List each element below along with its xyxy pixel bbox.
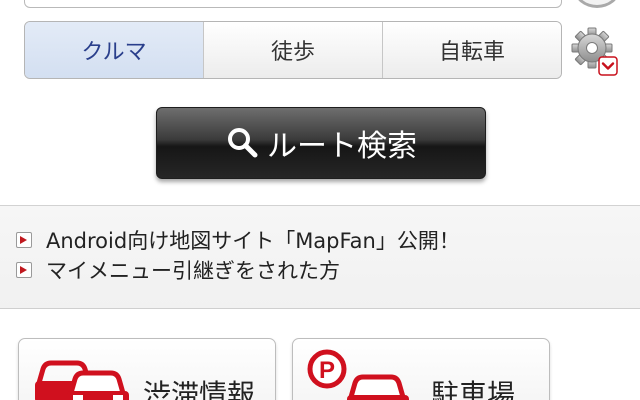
search-icon bbox=[228, 128, 258, 158]
route-search-button[interactable]: ルート検索 bbox=[156, 107, 486, 179]
mode-bicycle-label: 自転車 bbox=[438, 40, 505, 65]
news-list: Android向け地図サイト「MapFan」公開！ マイメニュー引継ぎをされた方 bbox=[16, 225, 460, 285]
news-item-label: Android向け地図サイト「MapFan」公開！ bbox=[46, 229, 460, 253]
parking-button[interactable]: P 駐車場 bbox=[292, 338, 550, 400]
news-item-mymenu[interactable]: マイメニュー引継ぎをされた方 bbox=[16, 255, 460, 285]
mode-car-label: クルマ bbox=[81, 40, 147, 65]
arrow-bullet-icon bbox=[16, 262, 32, 278]
parking-icon: P bbox=[307, 349, 409, 400]
route-search-label: ルート検索 bbox=[267, 129, 417, 164]
mode-walk-label: 徒歩 bbox=[270, 40, 315, 65]
transport-mode-selector: クルマ 徒歩 自転車 bbox=[24, 21, 562, 79]
svg-text:P: P bbox=[319, 357, 335, 384]
mode-walk-tab[interactable]: 徒歩 bbox=[203, 22, 382, 78]
arrow-bullet-icon bbox=[16, 232, 32, 248]
settings-gear-button[interactable] bbox=[570, 25, 620, 77]
traffic-info-label: 渋滞情報 bbox=[143, 378, 256, 400]
section-divider bbox=[0, 308, 640, 309]
mode-car-tab[interactable]: クルマ bbox=[25, 22, 203, 78]
mode-bicycle-tab[interactable]: 自転車 bbox=[382, 22, 561, 78]
news-item-android[interactable]: Android向け地図サイト「MapFan」公開！ bbox=[16, 225, 460, 255]
news-item-label: マイメニュー引継ぎをされた方 bbox=[46, 259, 340, 283]
search-field[interactable] bbox=[24, 0, 562, 8]
traffic-cars-icon bbox=[35, 360, 129, 400]
parking-label: 駐車場 bbox=[431, 378, 516, 400]
traffic-info-button[interactable]: 渋滞情報 bbox=[18, 338, 276, 400]
top-round-button[interactable] bbox=[574, 0, 620, 8]
chevron-down-icon bbox=[598, 56, 618, 76]
